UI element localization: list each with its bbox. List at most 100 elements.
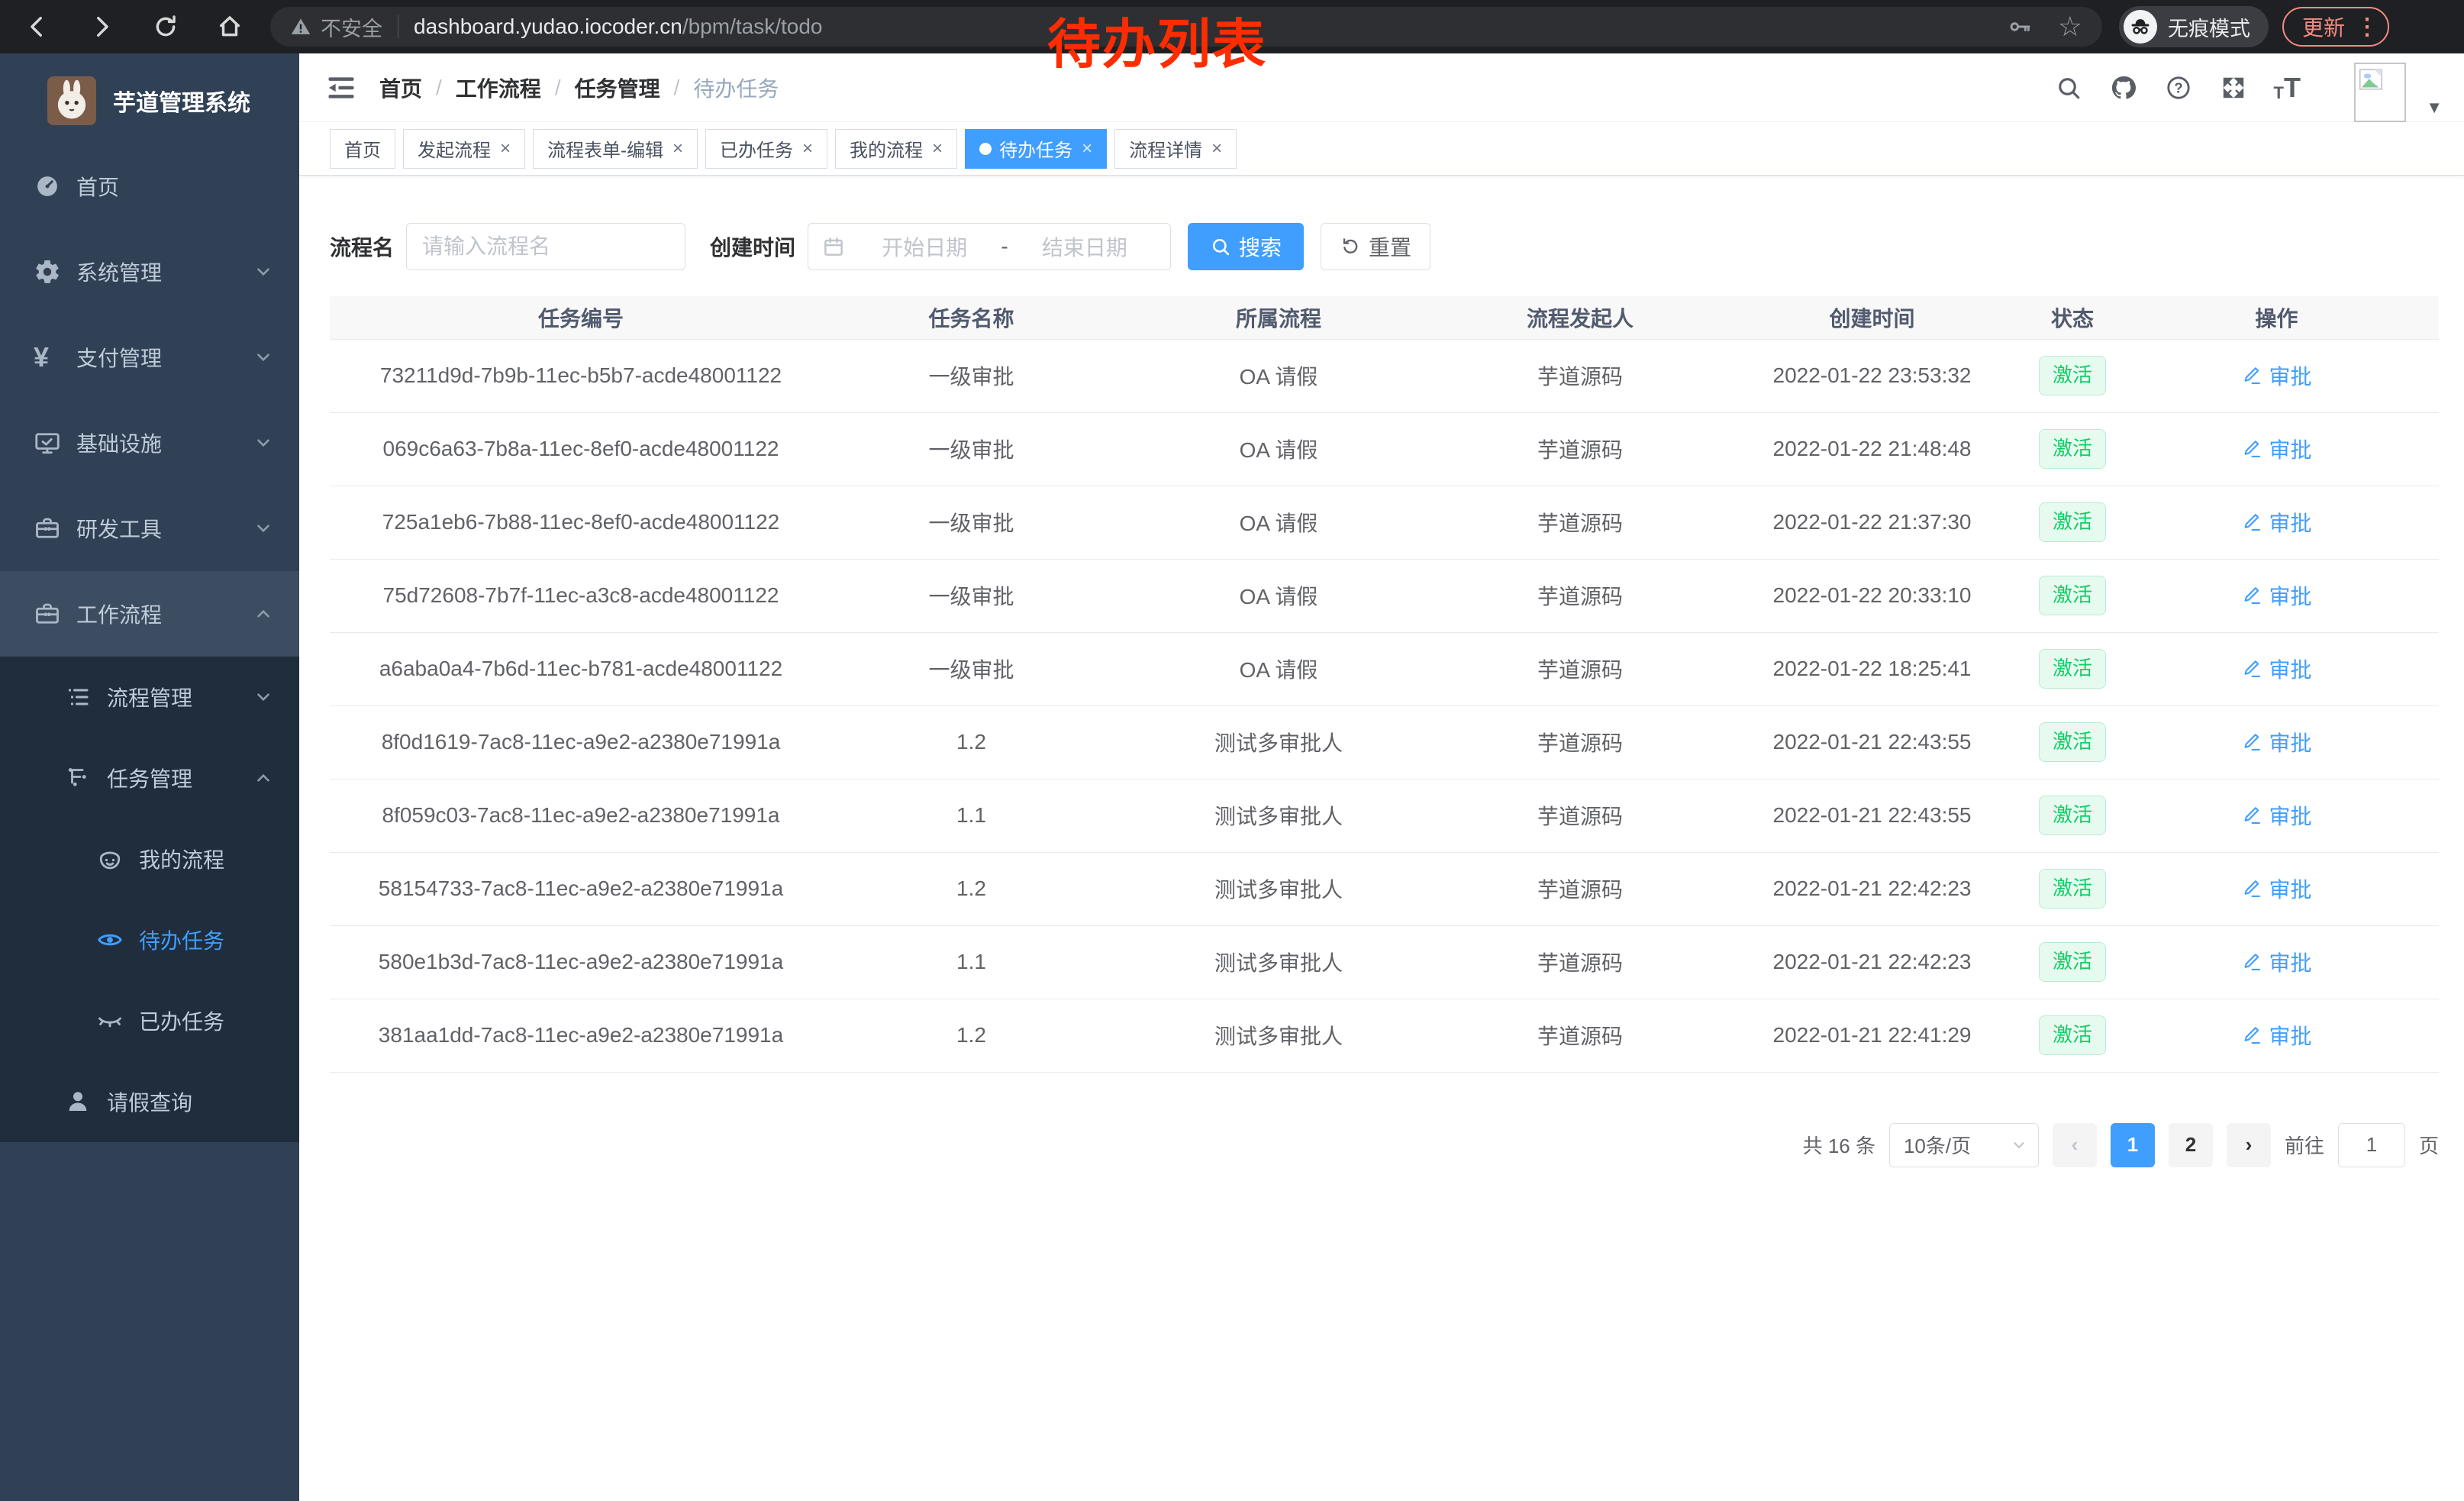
page-size-select[interactable]: 10条/页	[1889, 1123, 2039, 1167]
sidebar-logo-row[interactable]: 芋道管理系统	[0, 53, 299, 137]
monitor-icon	[34, 429, 61, 457]
sidebar-item-done-tasks[interactable]: 已办任务	[0, 980, 299, 1061]
task-id: 8f059c03-7ac8-11ec-a9e2-a2380e71991a	[330, 779, 832, 852]
tag-my-process[interactable]: 我的流程×	[835, 129, 957, 169]
tag-start-process[interactable]: 发起流程×	[403, 129, 525, 169]
prev-page-button[interactable]: ‹	[2053, 1123, 2097, 1167]
close-icon[interactable]: ×	[1211, 138, 1222, 160]
approve-button[interactable]: 审批	[2241, 727, 2311, 757]
approve-button[interactable]: 审批	[2241, 873, 2311, 904]
task-name: 一级审批	[832, 339, 1111, 412]
tag-process-form-edit[interactable]: 流程表单-编辑×	[533, 129, 698, 169]
bookmark-star-icon[interactable]: ☆	[2058, 13, 2082, 40]
breadcrumb-workflow[interactable]: 工作流程	[456, 73, 541, 103]
col-initiator: 流程发起人	[1446, 296, 1714, 339]
approve-button[interactable]: 审批	[2241, 947, 2311, 977]
forward-icon[interactable]	[87, 12, 116, 41]
url-bar[interactable]: 不安全 dashboard.yudao.iocoder.cn/bpm/task/…	[270, 7, 2102, 47]
back-icon[interactable]	[23, 12, 52, 41]
goto-page-input[interactable]	[2338, 1123, 2405, 1167]
close-icon[interactable]: ×	[672, 138, 683, 160]
browser-update-button[interactable]: 更新 ⋮	[2282, 7, 2389, 47]
sidebar-item-infrastructure[interactable]: 基础设施	[0, 400, 299, 486]
breadcrumb-home[interactable]: 首页	[379, 73, 422, 103]
status-badge: 激活	[2039, 429, 2106, 468]
table-row: 725a1eb6-7b88-11ec-8ef0-acde48001122 一级审…	[330, 486, 2439, 559]
search-icon[interactable]	[2054, 73, 2083, 102]
process-name-input[interactable]	[406, 223, 685, 270]
page-button-2[interactable]: 2	[2169, 1123, 2213, 1167]
status-badge: 激活	[2039, 649, 2106, 688]
url-path[interactable]: /bpm/task/todo	[682, 15, 823, 39]
task-process: 测试多审批人	[1111, 999, 1446, 1072]
sidebar-item-home[interactable]: 首页	[0, 144, 299, 229]
close-icon[interactable]: ×	[802, 138, 813, 160]
eye-closed-icon	[96, 1007, 124, 1035]
incognito-icon	[2124, 10, 2157, 44]
process-name-label: 流程名	[330, 231, 394, 262]
end-date-placeholder[interactable]: 结束日期	[1013, 231, 1156, 262]
date-range-picker[interactable]: 开始日期 - 结束日期	[808, 223, 1171, 270]
font-size-icon[interactable]: TT	[2274, 74, 2301, 102]
chevron-down-icon	[253, 347, 273, 367]
sidebar-item-workflow[interactable]: 工作流程	[0, 571, 299, 657]
next-page-button[interactable]: ›	[2227, 1123, 2271, 1167]
edit-pen-icon	[2241, 585, 2262, 606]
approve-button[interactable]: 审批	[2241, 434, 2311, 464]
sidebar-item-process-management[interactable]: 流程管理	[0, 657, 299, 738]
edit-pen-icon	[2241, 512, 2262, 533]
close-icon[interactable]: ×	[1082, 138, 1092, 160]
url-host[interactable]: dashboard.yudao.iocoder.cn	[414, 15, 682, 39]
app-title: 芋道管理系统	[113, 84, 250, 118]
home-icon[interactable]	[215, 12, 244, 41]
breadcrumb-separator: /	[555, 76, 561, 100]
approve-button[interactable]: 审批	[2241, 1020, 2311, 1051]
sidebar-item-task-management[interactable]: 任务管理	[0, 738, 299, 818]
breadcrumb-task-management[interactable]: 任务管理	[575, 73, 660, 103]
tag-home[interactable]: 首页	[330, 129, 395, 169]
approve-button[interactable]: 审批	[2241, 360, 2311, 391]
task-name: 1.2	[832, 705, 1111, 779]
github-icon[interactable]	[2109, 73, 2138, 102]
sidebar-item-payment[interactable]: ¥ 支付管理	[0, 315, 299, 400]
avatar[interactable]	[2354, 63, 2406, 122]
task-initiator: 芋道源码	[1446, 559, 1714, 632]
task-created: 2022-01-21 22:43:55	[1714, 779, 2030, 852]
edit-pen-icon	[2241, 1025, 2262, 1046]
task-process: 测试多审批人	[1111, 779, 1446, 852]
close-icon[interactable]: ×	[500, 138, 511, 160]
avatar-caret-icon[interactable]: ▼	[2426, 98, 2443, 118]
browser-menu-kebab-icon[interactable]: ⋮	[2356, 14, 2379, 40]
sidebar-item-todo-tasks[interactable]: 待办任务	[0, 899, 299, 980]
approve-button[interactable]: 审批	[2241, 580, 2311, 611]
gauge-icon	[34, 173, 61, 200]
sidebar-collapse-icon[interactable]	[324, 71, 358, 105]
search-button[interactable]: 搜索	[1188, 223, 1304, 270]
sidebar-item-devtools[interactable]: 研发工具	[0, 486, 299, 571]
reload-icon[interactable]	[151, 12, 180, 41]
goto-label: 前往	[2285, 1131, 2324, 1159]
tag-done-tasks[interactable]: 已办任务×	[705, 129, 827, 169]
help-icon[interactable]: ?	[2164, 73, 2193, 102]
close-icon[interactable]: ×	[932, 138, 943, 160]
approve-button[interactable]: 审批	[2241, 800, 2311, 831]
reset-button[interactable]: 重置	[1321, 223, 1430, 270]
page-button-1[interactable]: 1	[2111, 1123, 2155, 1167]
sidebar-item-my-process[interactable]: 我的流程	[0, 818, 299, 899]
breadcrumb: 首页 / 工作流程 / 任务管理 / 待办任务	[379, 73, 779, 103]
task-id: 381aa1dd-7ac8-11ec-a9e2-a2380e71991a	[330, 999, 832, 1072]
update-label[interactable]: 更新	[2302, 11, 2345, 42]
tag-process-detail[interactable]: 流程详情×	[1114, 129, 1237, 169]
sidebar-item-leave-query[interactable]: 请假查询	[0, 1061, 299, 1142]
not-secure-label[interactable]: 不安全	[321, 12, 382, 42]
chevron-up-icon	[253, 768, 273, 788]
start-date-placeholder[interactable]: 开始日期	[853, 231, 996, 262]
approve-button[interactable]: 审批	[2241, 654, 2311, 684]
breadcrumb-separator: /	[674, 76, 680, 100]
sidebar-item-system[interactable]: 系统管理	[0, 229, 299, 315]
password-key-icon[interactable]	[2008, 15, 2032, 39]
toolbox-icon	[34, 515, 61, 542]
approve-button[interactable]: 审批	[2241, 507, 2311, 537]
tag-todo-tasks[interactable]: 待办任务×	[965, 129, 1107, 169]
fullscreen-icon[interactable]	[2219, 73, 2248, 102]
